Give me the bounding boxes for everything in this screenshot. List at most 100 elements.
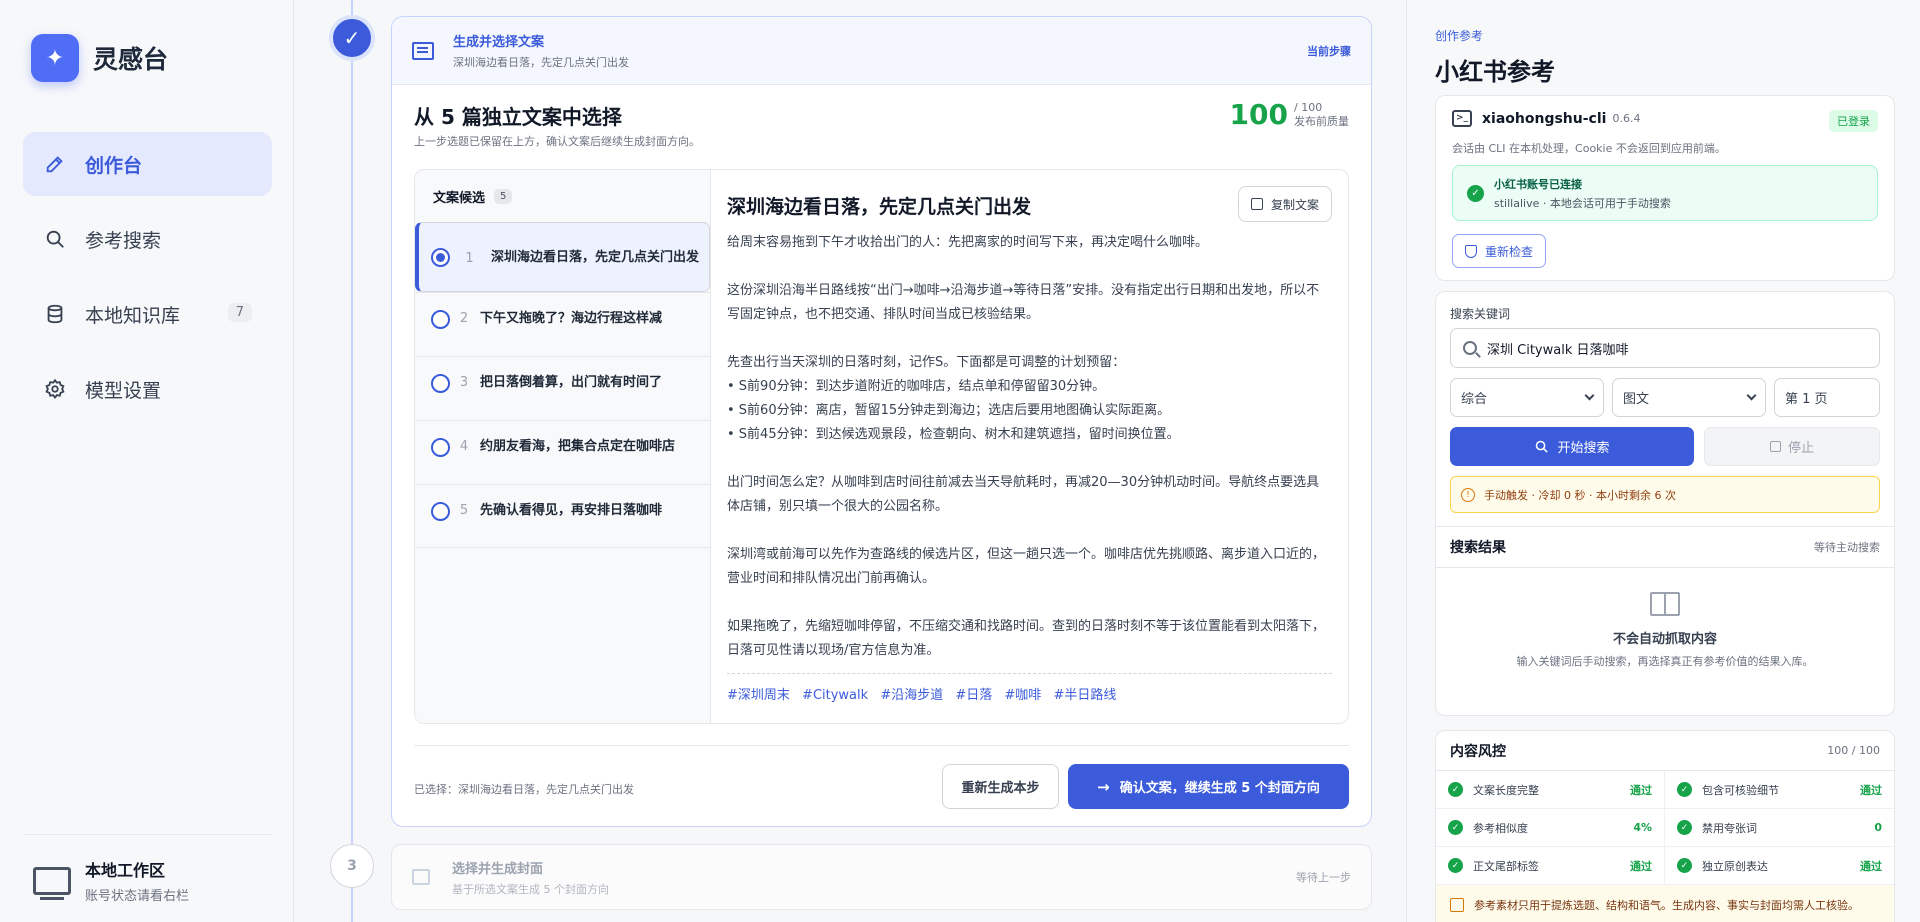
- hashtag-list: #深圳周末 #Citywalk #沿海步道 #日落 #咖啡 #半日路线: [727, 673, 1332, 703]
- quality-score: 100 / 100 发布前质量: [1230, 101, 1349, 129]
- radio-button[interactable]: [431, 374, 450, 393]
- article-paragraph: 如果拖晚了，先缩短咖啡停留，不压缩交通和找路时间。查到的日落时刻不等于该位置能看…: [727, 619, 1326, 658]
- candidate-title: 先确认看得见，再安排日落咖啡: [480, 503, 663, 518]
- page-input[interactable]: 第 1 页: [1774, 378, 1880, 417]
- cli-version: 0.6.4: [1612, 112, 1641, 125]
- candidate-item[interactable]: 2 下午又拖晚了？海边行程这样减: [415, 292, 710, 356]
- cli-name: xiaohongshu-cli: [1482, 110, 1607, 127]
- shield-icon: [1465, 244, 1477, 258]
- pencil-icon: [43, 152, 67, 176]
- risk-check-item: ✓ 参考相似度 4%: [1436, 809, 1665, 847]
- hashtag[interactable]: #半日路线: [1053, 688, 1116, 703]
- connection-status: ✓ 小红书账号已连接 stillalive · 本地会话可用于手动搜索: [1452, 165, 1878, 221]
- check-circle-icon: ✓: [1448, 782, 1463, 797]
- copy-button[interactable]: 复制文案: [1237, 186, 1332, 222]
- regenerate-button[interactable]: 重新生成本步: [942, 764, 1059, 809]
- candidate-list: 文案候选 5 1 深圳海边看日落，先定几点关门出发 2 下午又拖晚了？海边行程这…: [415, 170, 711, 723]
- sidebar-item-knowledge-base[interactable]: 本地知识库 7: [23, 282, 272, 346]
- candidate-title: 深圳海边看日落，先定几点关门出发: [490, 249, 699, 265]
- risk-check-label: 禁用夸张词: [1702, 821, 1757, 835]
- risk-check-value: 通过: [1860, 783, 1882, 797]
- radio-button[interactable]: [431, 248, 450, 267]
- sort-select[interactable]: 综合: [1450, 378, 1604, 417]
- candidate-number: 1: [465, 250, 474, 266]
- copy-icon: [1250, 198, 1263, 210]
- recheck-button[interactable]: 重新检查: [1452, 234, 1547, 268]
- panel-title: 小红书参考: [1435, 58, 1555, 86]
- search-icon: [1463, 341, 1477, 355]
- hashtag[interactable]: #咖啡: [1004, 688, 1041, 703]
- sidebar: ✦ 灵感台 创作台 参考搜索 本地知识库 7 模型设置 本地工作区 账号状态请看…: [0, 0, 294, 922]
- candidate-number: 2: [459, 311, 469, 326]
- confirm-button[interactable]: → 确认文案，继续生成 5 个封面方向: [1068, 764, 1349, 809]
- risk-check-value: 通过: [1630, 783, 1652, 797]
- risk-note-text: 参考素材只用于提炼选题、结构和语气。生成内容、事实与封面均需人工核验。: [1474, 899, 1859, 912]
- sparkle-icon: ✦: [31, 34, 79, 82]
- step-header[interactable]: 生成并选择文案 深圳海边看日落，先定几点关门出发 当前步骤: [392, 17, 1371, 85]
- results-title: 搜索结果: [1450, 540, 1506, 556]
- step-status: 当前步骤: [1307, 44, 1351, 58]
- check-circle-icon: ✓: [1677, 858, 1692, 873]
- workspace-title: 本地工作区: [85, 861, 166, 880]
- article-preview: 深圳海边看日落，先定几点关门出发 复制文案 给周末容易拖到下午才收拾出门的人：先…: [711, 170, 1348, 723]
- search-icon: [1536, 440, 1549, 453]
- candidate-title: 下午又拖晚了？海边行程这样减: [480, 311, 663, 326]
- candidate-item[interactable]: 3 把日落倒着算，出门就有时间了: [415, 356, 710, 420]
- sidebar-item-label: 模型设置: [85, 379, 162, 402]
- candidate-item[interactable]: 5 先确认看得见，再安排日落咖啡: [415, 484, 710, 548]
- reference-panel: 创作参考 小红书参考 >_ xiaohongshu-cli 0.6.4 已登录 …: [1406, 0, 1920, 922]
- check-circle-icon: ✓: [1677, 820, 1692, 835]
- candidate-header-label: 文案候选: [433, 190, 486, 206]
- sidebar-item-workbench[interactable]: 创作台: [23, 132, 272, 196]
- monitor-icon: [33, 867, 71, 900]
- article-bullet: • S前90分钟：到达步道附近的咖啡店，结点单和停留留30分钟。: [727, 379, 1106, 394]
- radio-button[interactable]: [431, 310, 450, 329]
- candidate-number: 4: [459, 439, 469, 454]
- hashtag[interactable]: #沿海步道: [880, 688, 943, 703]
- confirm-button-label: 确认文案，继续生成 5 个封面方向: [1119, 781, 1320, 796]
- risk-note: 参考素材只用于提炼选题、结构和语气。生成内容、事实与封面均需人工核验。: [1436, 885, 1894, 922]
- book-icon: [1650, 592, 1680, 616]
- stop-button[interactable]: 停止: [1704, 427, 1880, 466]
- step-card-cover[interactable]: 选择并生成封面 基于所选文案生成 5 个封面方向 等待上一步: [391, 844, 1372, 910]
- sort-select-value: 综合: [1461, 392, 1488, 407]
- connection-subtitle: stillalive · 本地会话可用于手动搜索: [1494, 196, 1671, 210]
- search-input[interactable]: 深圳 Citywalk 日落咖啡: [1450, 328, 1880, 368]
- hashtag[interactable]: #Citywalk: [802, 688, 868, 703]
- candidate-count: 5: [494, 188, 513, 204]
- search-card: 搜索关键词 深圳 Citywalk 日落咖啡 综合 图文 第 1 页 开始搜索: [1435, 291, 1895, 716]
- sidebar-item-label: 参考搜索: [85, 229, 162, 252]
- app-logo[interactable]: ✦ 灵感台: [31, 34, 168, 82]
- document-icon: [412, 41, 434, 60]
- sidebar-item-label: 创作台: [85, 154, 143, 177]
- risk-check-label: 包含可核验细节: [1702, 783, 1779, 797]
- score-max: / 100: [1294, 101, 1323, 114]
- radio-button[interactable]: [431, 502, 450, 521]
- search-icon: [43, 227, 67, 251]
- risk-check-item: ✓ 独立原创表达 通过: [1665, 847, 1894, 885]
- step-title: 生成并选择文案: [453, 35, 545, 50]
- step-number-badge: 3: [330, 844, 374, 888]
- radio-button[interactable]: [431, 438, 450, 457]
- candidate-item[interactable]: 1 深圳海边看日落，先定几点关门出发: [415, 222, 710, 292]
- alert-icon: !: [1461, 487, 1475, 502]
- sidebar-item-model-settings[interactable]: 模型设置: [23, 357, 272, 421]
- step-subtitle: 深圳海边看日落，先定几点关门出发: [453, 56, 629, 69]
- hashtag[interactable]: #深圳周末: [727, 688, 790, 703]
- step-timeline: [351, 0, 353, 922]
- hashtag[interactable]: #日落: [955, 688, 992, 703]
- candidate-title: 把日落倒着算，出门就有时间了: [480, 375, 663, 390]
- section-subtitle: 上一步选题已保留在上方，确认文案后继续生成封面方向。: [414, 135, 700, 148]
- risk-check-value: 通过: [1860, 859, 1882, 873]
- copy-picker: 文案候选 5 1 深圳海边看日落，先定几点关门出发 2 下午又拖晚了？海边行程这…: [414, 169, 1349, 724]
- candidate-header: 文案候选 5: [415, 170, 710, 222]
- start-search-label: 开始搜索: [1557, 441, 1610, 456]
- cli-status-card: >_ xiaohongshu-cli 0.6.4 已登录 会话由 CLI 在本机…: [1435, 95, 1895, 281]
- cli-description: 会话由 CLI 在本机处理，Cookie 不会返回到应用前端。: [1452, 142, 1726, 155]
- sidebar-item-reference-search[interactable]: 参考搜索: [23, 207, 272, 271]
- start-search-button[interactable]: 开始搜索: [1450, 427, 1694, 466]
- type-select[interactable]: 图文: [1612, 378, 1766, 417]
- rate-limit-text: 手动触发 · 冷却 0 秒 · 本小时剩余 6 次: [1484, 488, 1676, 502]
- candidate-item[interactable]: 4 约朋友看海，把集合点定在咖啡店: [415, 420, 710, 484]
- stop-button-label: 停止: [1787, 441, 1814, 456]
